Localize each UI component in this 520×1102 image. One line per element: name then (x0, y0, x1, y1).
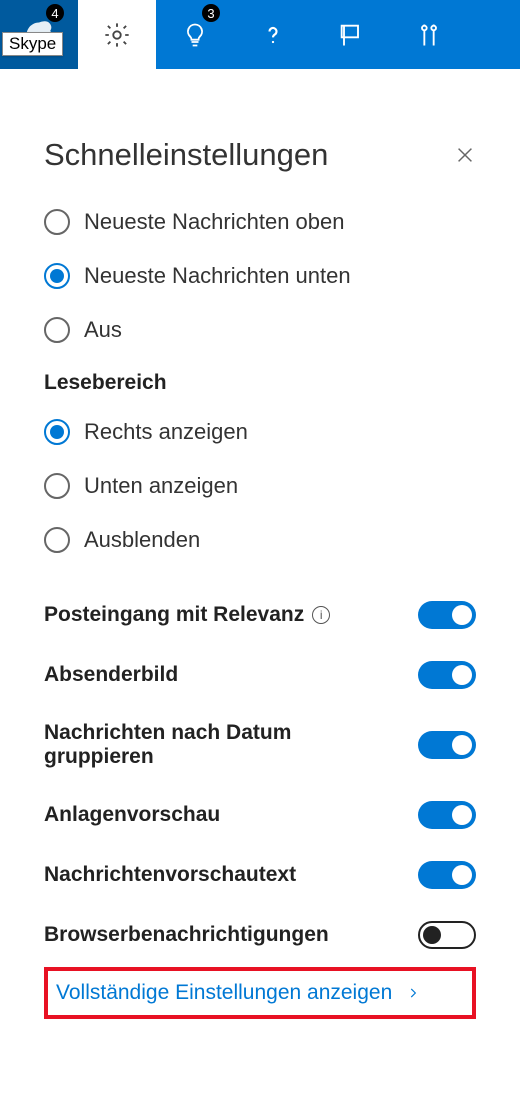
sort-newest-top[interactable]: Neueste Nachrichten oben (44, 209, 476, 235)
feedback-button[interactable] (312, 0, 390, 69)
radio-icon (44, 473, 70, 499)
gear-icon (103, 21, 131, 49)
reading-pane-header: Lesebereich (44, 371, 476, 395)
help-button[interactable] (234, 0, 312, 69)
radio-label: Neueste Nachrichten unten (84, 263, 351, 289)
radio-icon (44, 263, 70, 289)
close-button[interactable] (454, 144, 476, 166)
lightbulb-icon (181, 21, 209, 49)
panel-title: Schnelleinstellungen (44, 137, 328, 173)
chevron-right-icon (406, 983, 420, 1003)
settings-button[interactable] (78, 0, 156, 69)
toggle-browser-notif-row: Browserbenachrichtigungen (44, 921, 476, 949)
skype-button[interactable]: 4 Skype (0, 0, 78, 69)
toggle-sender-pic-row: Absenderbild (44, 661, 476, 689)
toggle-attach-preview[interactable] (418, 801, 476, 829)
question-icon (259, 21, 287, 49)
toggle-browser-notif[interactable] (418, 921, 476, 949)
full-settings-highlight: Vollständige Einstellungen anzeigen (44, 967, 476, 1019)
tips-badge: 3 (202, 4, 220, 22)
tips-button[interactable]: 3 (156, 0, 234, 69)
toggle-focused-inbox-row: Posteingang mit Relevanz i (44, 601, 476, 629)
radio-icon (44, 209, 70, 235)
reading-bottom[interactable]: Unten anzeigen (44, 473, 476, 499)
toggle-group-date[interactable] (418, 731, 476, 759)
megaphone-icon (337, 21, 365, 49)
toggle-label: Nachrichten nach Datum gruppieren (44, 721, 344, 769)
toggle-sender-pic[interactable] (418, 661, 476, 689)
radio-label: Aus (84, 317, 122, 343)
toggle-msg-preview[interactable] (418, 861, 476, 889)
toggle-label: Nachrichtenvorschautext (44, 863, 296, 887)
toggle-group-date-row: Nachrichten nach Datum gruppieren (44, 721, 476, 769)
radio-icon (44, 317, 70, 343)
radio-label: Neueste Nachrichten oben (84, 209, 345, 235)
radio-label: Unten anzeigen (84, 473, 238, 499)
skype-tooltip: Skype (2, 32, 63, 56)
reading-hide[interactable]: Ausblenden (44, 527, 476, 553)
settings-content: Neueste Nachrichten oben Neueste Nachric… (44, 209, 476, 1102)
close-icon (454, 144, 476, 166)
sort-off[interactable]: Aus (44, 317, 476, 343)
radio-icon (44, 527, 70, 553)
toggle-label: Browserbenachrichtigungen (44, 923, 329, 947)
toggle-msg-preview-row: Nachrichtenvorschautext (44, 861, 476, 889)
toggle-focused-inbox[interactable] (418, 601, 476, 629)
skype-badge: 4 (46, 4, 64, 22)
reading-right[interactable]: Rechts anzeigen (44, 419, 476, 445)
info-icon[interactable]: i (312, 606, 330, 624)
full-settings-link[interactable]: Vollständige Einstellungen anzeigen (56, 981, 392, 1005)
radio-icon (44, 419, 70, 445)
quick-settings-panel: Schnelleinstellungen Neueste Nachrichten… (0, 69, 520, 1102)
toggle-label: Posteingang mit Relevanz (44, 603, 304, 627)
toggle-attach-preview-row: Anlagenvorschau (44, 801, 476, 829)
toggle-label: Absenderbild (44, 663, 178, 687)
radio-label: Rechts anzeigen (84, 419, 248, 445)
sort-newest-bottom[interactable]: Neueste Nachrichten unten (44, 263, 476, 289)
toggle-label: Anlagenvorschau (44, 803, 220, 827)
tools-icon (415, 21, 443, 49)
radio-label: Ausblenden (84, 527, 200, 553)
tools-button[interactable] (390, 0, 468, 69)
top-bar: 4 Skype 3 (0, 0, 520, 69)
